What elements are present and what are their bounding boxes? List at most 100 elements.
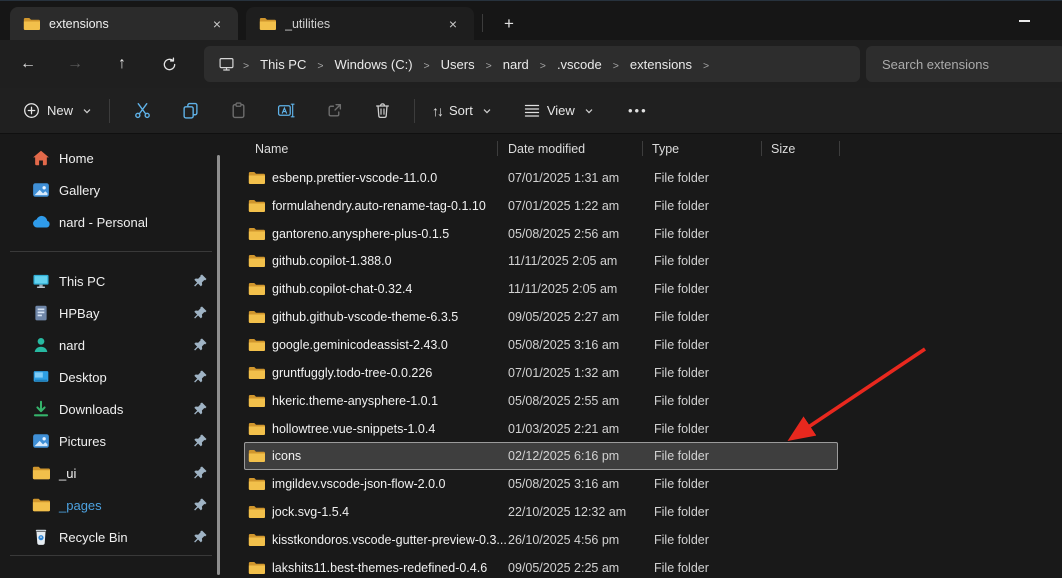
window-content: Home Gallery > nard - Personal bbox=[0, 134, 1062, 578]
column-header-name[interactable]: Name bbox=[230, 137, 498, 161]
tab-close-icon[interactable]: × bbox=[442, 13, 464, 35]
tab-extensions[interactable]: extensions × bbox=[10, 7, 238, 41]
search-input[interactable]: Search extensions bbox=[866, 46, 1062, 82]
sidebar-item-home[interactable]: Home bbox=[8, 142, 216, 174]
folder-icon bbox=[248, 311, 265, 324]
file-row[interactable]: lakshits11.best-themes-redefined-0.4.6 0… bbox=[244, 554, 838, 578]
minimize-button[interactable] bbox=[1004, 7, 1044, 35]
copy-button[interactable] bbox=[170, 94, 210, 128]
drive-document-icon bbox=[35, 305, 47, 321]
file-row[interactable]: gruntfuggly.todo-tree-0.0.226 07/01/2025… bbox=[244, 359, 838, 387]
address-bar[interactable]: > This PC > Windows (C:) > Users > nard > .vscode… bbox=[204, 46, 860, 82]
paste-button[interactable] bbox=[218, 94, 258, 128]
folder-icon bbox=[248, 366, 265, 379]
file-name: lakshits11.best-themes-redefined-0.4.6 bbox=[272, 560, 488, 575]
file-row[interactable]: formulahendry.auto-rename-tag-0.1.10 07/… bbox=[244, 192, 838, 220]
sidebar-item-gallery[interactable]: Gallery bbox=[8, 174, 216, 206]
pin-icon bbox=[194, 402, 207, 415]
folder-icon bbox=[248, 394, 265, 407]
tab-label: _utilities bbox=[285, 17, 331, 31]
file-name: github.copilot-1.388.0 bbox=[272, 254, 392, 269]
sort-button[interactable]: ↑↓ Sort bbox=[423, 94, 501, 128]
pin-icon bbox=[194, 274, 207, 287]
pin-icon bbox=[194, 466, 207, 479]
file-list-pane: Name Date modified Type Size esbenp.pret… bbox=[230, 134, 1062, 578]
file-row[interactable]: imgildev.vscode-json-flow-2.0.0 05/08/20… bbox=[244, 470, 838, 498]
column-header-type[interactable]: Type bbox=[643, 137, 762, 161]
toolbar-separator bbox=[109, 98, 111, 123]
sidebar-item-desktop[interactable]: Desktop bbox=[8, 361, 216, 393]
refresh-button[interactable] bbox=[152, 48, 186, 80]
file-row[interactable]: google.geminicodeassist-2.43.0 05/08/202… bbox=[244, 331, 838, 359]
file-date-modified: 01/03/2025 2:21 am bbox=[508, 421, 620, 436]
file-row[interactable]: github.copilot-chat-0.32.4 11/11/2025 2:… bbox=[244, 275, 838, 303]
tab-utilities[interactable]: _utilities × bbox=[246, 7, 474, 41]
sidebar-item-recycle-bin[interactable]: Recycle Bin bbox=[8, 521, 216, 553]
file-row[interactable]: icons 02/12/2025 6:16 pm File folder bbox=[244, 442, 838, 471]
folder-icon bbox=[248, 533, 265, 546]
sidebar-scrollbar[interactable] bbox=[217, 155, 220, 575]
pin-icon bbox=[194, 306, 207, 319]
delete-button[interactable] bbox=[362, 94, 402, 128]
sidebar-item-this-pc[interactable]: This PC bbox=[8, 265, 216, 297]
file-date-modified: 11/11/2025 2:05 am bbox=[508, 254, 618, 269]
file-name: imgildev.vscode-json-flow-2.0.0 bbox=[272, 477, 446, 492]
recycle-bin-icon bbox=[35, 529, 47, 545]
sidebar-item-downloads[interactable]: Downloads bbox=[8, 393, 216, 425]
file-row[interactable]: gantoreno.anysphere-plus-0.1.5 05/08/202… bbox=[244, 220, 838, 248]
more-options-button[interactable]: ••• bbox=[619, 94, 657, 128]
forward-button[interactable]: → bbox=[58, 48, 92, 80]
file-row[interactable]: hollowtree.vue-snippets-1.0.4 01/03/2025… bbox=[244, 415, 838, 443]
breadcrumb-item[interactable]: .vscode bbox=[550, 54, 609, 75]
breadcrumb-item[interactable]: extensions bbox=[623, 54, 699, 75]
file-type: File folder bbox=[654, 226, 709, 241]
rename-button[interactable] bbox=[266, 94, 306, 128]
share-button[interactable] bbox=[314, 94, 354, 128]
sidebar-divider bbox=[10, 555, 212, 556]
sidebar-item-label: Downloads bbox=[59, 401, 124, 417]
file-row[interactable]: jock.svg-1.5.4 22/10/2025 12:32 am File … bbox=[244, 498, 838, 526]
column-header-date-modified[interactable]: Date modified bbox=[498, 137, 643, 161]
sidebar-item-ui-folder[interactable]: _ui bbox=[8, 457, 216, 489]
new-button[interactable]: New bbox=[14, 94, 101, 128]
file-type: File folder bbox=[654, 477, 709, 492]
more-icon: ••• bbox=[627, 103, 648, 118]
folder-icon bbox=[32, 498, 50, 512]
column-header-size[interactable]: Size bbox=[762, 137, 840, 161]
tab-close-icon[interactable]: × bbox=[206, 13, 228, 35]
file-row[interactable]: github.github-vscode-theme-6.3.5 09/05/2… bbox=[244, 303, 838, 331]
expand-chevron-icon[interactable]: > bbox=[0, 215, 6, 226]
file-row[interactable]: kisstkondoros.vscode-gutter-preview-0.3.… bbox=[244, 526, 838, 554]
file-date-modified: 07/01/2025 1:22 am bbox=[508, 198, 620, 213]
file-row[interactable]: esbenp.prettier-vscode-11.0.0 07/01/2025… bbox=[244, 164, 838, 192]
breadcrumb-item[interactable]: nard bbox=[496, 54, 536, 75]
file-date-modified: 09/05/2025 2:27 am bbox=[508, 310, 620, 325]
up-button[interactable]: ↑ bbox=[105, 48, 139, 80]
breadcrumb-item[interactable]: Users bbox=[434, 54, 482, 75]
new-button-label: New bbox=[47, 103, 74, 118]
view-button[interactable]: View bbox=[515, 94, 603, 128]
back-button[interactable]: ← bbox=[11, 48, 45, 80]
sidebar-item-onedrive[interactable]: > nard - Personal bbox=[8, 206, 216, 238]
sort-button-label: Sort bbox=[449, 103, 473, 118]
folder-icon bbox=[248, 506, 265, 518]
file-type: File folder bbox=[654, 337, 709, 352]
file-type: File folder bbox=[654, 421, 709, 436]
folder-icon bbox=[248, 478, 265, 491]
cut-button[interactable] bbox=[122, 94, 162, 128]
breadcrumb-item[interactable]: This PC bbox=[253, 54, 313, 75]
file-row[interactable]: hkeric.theme-anysphere-1.0.1 05/08/2025 … bbox=[244, 387, 838, 415]
sidebar-item-nard[interactable]: nard bbox=[8, 329, 216, 361]
sidebar-item-label: _ui bbox=[59, 465, 77, 481]
column-separator[interactable] bbox=[839, 141, 840, 156]
sidebar-item-pages-folder[interactable]: _pages bbox=[8, 489, 216, 521]
tab-label: extensions bbox=[49, 17, 109, 31]
file-date-modified: 07/01/2025 1:31 am bbox=[508, 170, 620, 185]
copy-icon bbox=[182, 102, 198, 119]
breadcrumb-chevron-icon: > bbox=[485, 59, 492, 72]
new-tab-button[interactable]: + bbox=[494, 10, 524, 38]
sidebar-item-pictures[interactable]: Pictures bbox=[8, 425, 216, 457]
sidebar-item-hpbay[interactable]: HPBay bbox=[8, 297, 216, 329]
file-row[interactable]: github.copilot-1.388.0 11/11/2025 2:05 a… bbox=[244, 248, 838, 276]
breadcrumb-item[interactable]: Windows (C:) bbox=[328, 54, 420, 75]
